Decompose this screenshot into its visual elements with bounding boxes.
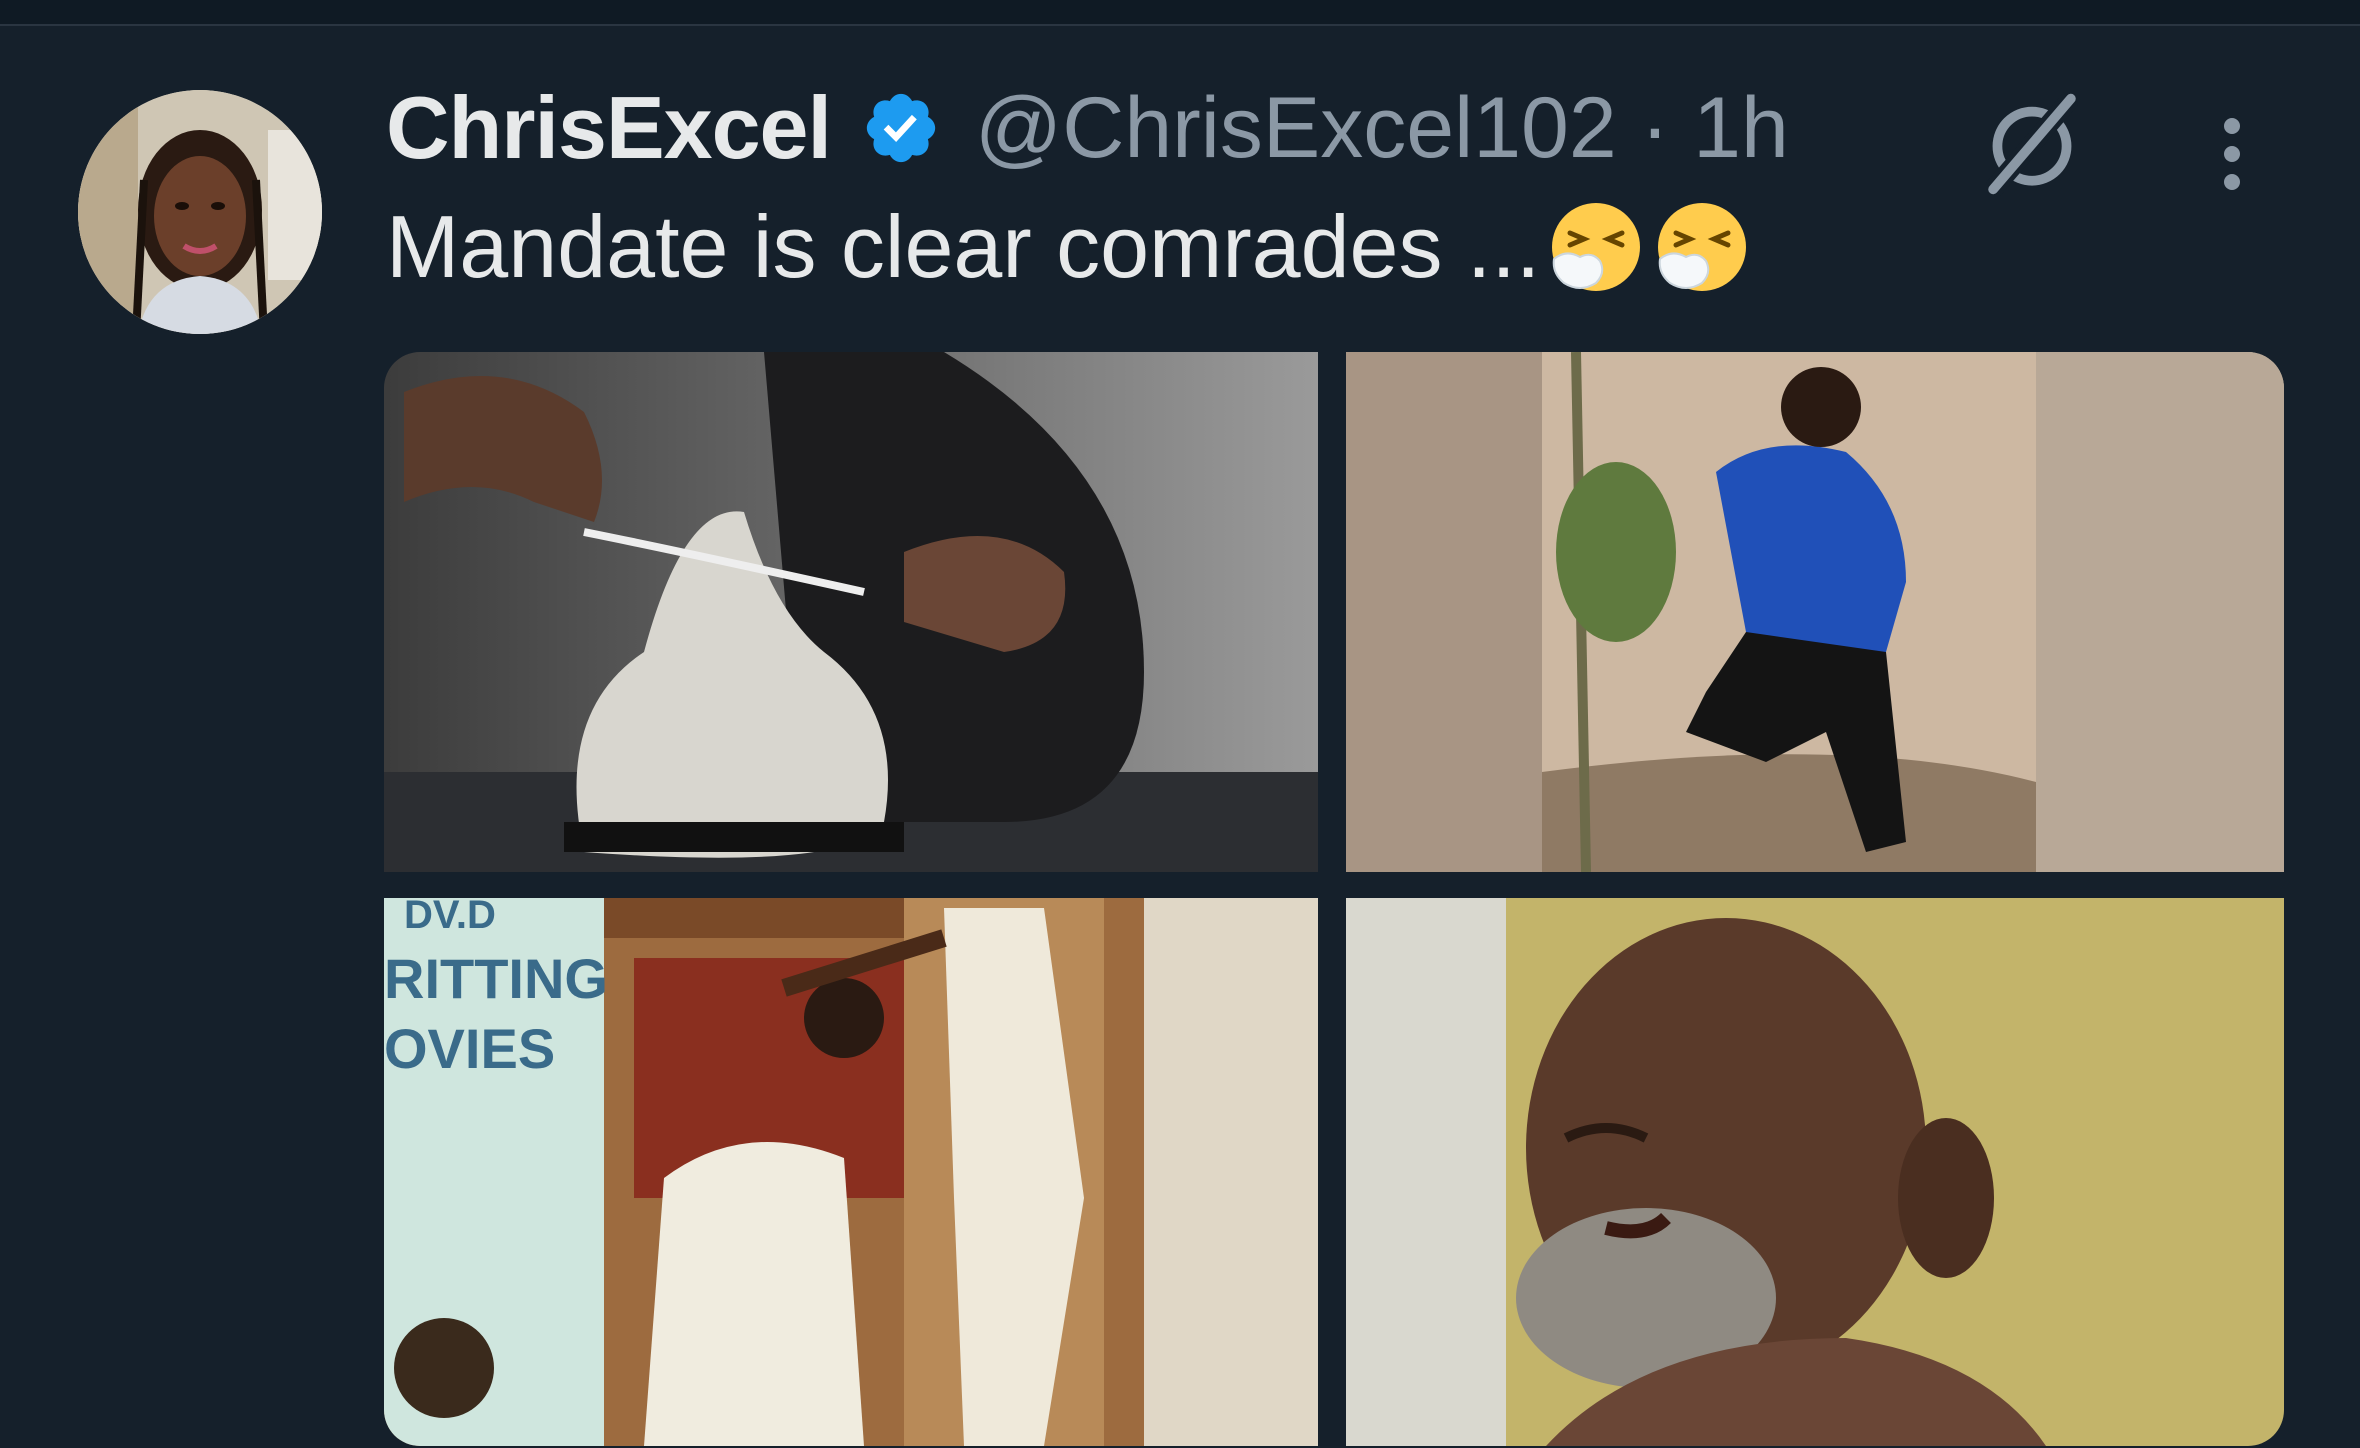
top-divider	[0, 0, 2360, 26]
grok-icon[interactable]	[1978, 90, 2086, 198]
author-handle[interactable]: @ChrisExcel102	[975, 79, 1617, 178]
media-image-2[interactable]	[1346, 352, 2284, 872]
verified-badge-icon[interactable]	[861, 88, 941, 168]
tweet[interactable]: ChrisExcel @ChrisExcel102 · 1h Mandate i…	[0, 26, 2360, 1448]
sneezing-face-icon	[1546, 197, 1646, 297]
tweet-header: ChrisExcel @ChrisExcel102 · 1h	[386, 78, 1789, 178]
sign-text-2: RITTING	[384, 947, 608, 1010]
separator-dot: ·	[1640, 79, 1670, 176]
media-grid: DV.D RITTING OVIES	[384, 352, 2284, 1446]
more-options-icon[interactable]	[2200, 104, 2264, 204]
media-image-1[interactable]	[384, 352, 1318, 872]
media-image-3[interactable]: DV.D RITTING OVIES	[384, 898, 1318, 1446]
tweet-time[interactable]: 1h	[1693, 79, 1789, 178]
author-name[interactable]: ChrisExcel	[386, 77, 832, 179]
tweet-text: Mandate is clear comrades ...	[386, 196, 1752, 298]
sneezing-face-icon	[1652, 197, 1752, 297]
author-avatar[interactable]	[78, 90, 322, 334]
media-image-4[interactable]	[1346, 898, 2284, 1446]
tweet-text-content: Mandate is clear comrades ...	[386, 197, 1541, 296]
sign-text-1: DV.D	[404, 898, 496, 937]
sign-text-3: OVIES	[384, 1017, 555, 1080]
